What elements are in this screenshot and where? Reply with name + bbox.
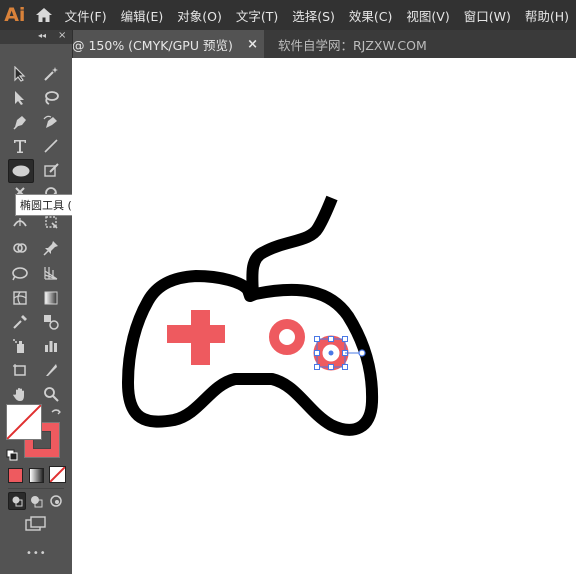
ring-button[interactable] <box>269 319 305 355</box>
menu-view[interactable]: 视图(V) <box>399 6 456 25</box>
edit-toolbar-icon[interactable]: ••• <box>26 548 47 559</box>
swap-fill-stroke-icon[interactable] <box>50 405 62 424</box>
collapse-icon[interactable]: ◂◂ <box>38 31 46 40</box>
tab-title: @ 150% (CMYK/GPU 预览) <box>72 37 233 53</box>
home-icon[interactable] <box>30 7 58 23</box>
draw-normal-icon[interactable] <box>8 492 26 510</box>
paintbrush-tool-icon[interactable] <box>40 160 62 180</box>
mesh-tool-icon[interactable] <box>40 263 62 283</box>
draw-behind-icon[interactable] <box>29 493 43 512</box>
menu-window[interactable]: 窗口(W) <box>457 6 518 25</box>
default-fill-stroke-icon[interactable] <box>6 446 18 465</box>
eyedropper-tool-icon[interactable] <box>9 312 31 332</box>
screen-mode-icon[interactable] <box>25 516 47 536</box>
menu-object[interactable]: 对象(O) <box>170 6 229 25</box>
zoom-tool-icon[interactable] <box>40 384 62 404</box>
color-mode-button[interactable] <box>8 468 23 483</box>
menu-bar: Ai 文件(F) 编辑(E) 对象(O) 文字(T) 选择(S) 效果(C) 视… <box>0 0 576 30</box>
tools-panel: ◂◂ × ••• <box>0 30 73 574</box>
divider <box>8 488 64 489</box>
gradient-mesh-tool-icon[interactable] <box>9 288 31 308</box>
pin-tool-icon[interactable] <box>40 238 62 258</box>
perspective-grid-tool-icon[interactable] <box>9 263 31 283</box>
symbol-sprayer-tool-icon[interactable] <box>9 336 31 356</box>
line-segment-tool-icon[interactable] <box>40 136 62 156</box>
center-point <box>328 350 334 356</box>
document-tab-bar: @ 150% (CMYK/GPU 预览) × 软件自学网：RJZXW.COM <box>72 30 576 58</box>
pen-tool-icon[interactable] <box>9 112 31 132</box>
gradient-tool-icon[interactable] <box>40 288 62 308</box>
lasso-tool-icon[interactable] <box>40 88 62 108</box>
none-mode-button[interactable] <box>49 466 66 483</box>
menu-edit[interactable]: 编辑(E) <box>114 6 171 25</box>
artboard-canvas[interactable] <box>72 58 576 574</box>
menu-file[interactable]: 文件(F) <box>58 6 114 25</box>
menu-type[interactable]: 文字(T) <box>229 6 285 25</box>
blend-tool-icon[interactable] <box>40 312 62 332</box>
hand-tool-icon[interactable] <box>9 384 31 404</box>
direct-selection-tool-icon[interactable] <box>9 88 31 108</box>
menu-effect[interactable]: 效果(C) <box>342 6 399 25</box>
menu-select[interactable]: 选择(S) <box>285 6 342 25</box>
shape-builder-tool-icon[interactable] <box>9 238 31 258</box>
column-graph-tool-icon[interactable] <box>40 336 62 356</box>
controller-cable[interactable] <box>246 195 338 296</box>
document-tab-inactive[interactable]: 软件自学网：RJZXW.COM <box>264 30 427 58</box>
dpad-cross[interactable] <box>167 310 225 365</box>
pie-widget-handle[interactable] <box>358 349 366 357</box>
gradient-mode-button[interactable] <box>29 468 44 483</box>
type-tool-icon[interactable] <box>9 136 31 156</box>
app-logo: Ai <box>4 4 26 26</box>
fill-swatch[interactable] <box>6 404 42 440</box>
menu-help[interactable]: 帮助(H) <box>518 6 576 25</box>
selection-tool-icon[interactable] <box>9 64 31 84</box>
curvature-tool-icon[interactable] <box>40 112 62 132</box>
ellipse-tool-icon[interactable] <box>8 159 34 183</box>
close-tab-icon[interactable]: × <box>247 37 258 52</box>
artboard-tool-icon[interactable] <box>9 360 31 380</box>
gamepad-artwork[interactable] <box>72 58 576 574</box>
panel-close-icon[interactable]: × <box>58 30 66 41</box>
slice-tool-icon[interactable] <box>40 360 62 380</box>
controller-outline[interactable] <box>122 270 379 436</box>
document-tab-active[interactable]: @ 150% (CMYK/GPU 预览) × <box>72 30 264 58</box>
magic-wand-tool-icon[interactable] <box>40 64 62 84</box>
draw-inside-icon[interactable] <box>49 493 63 512</box>
